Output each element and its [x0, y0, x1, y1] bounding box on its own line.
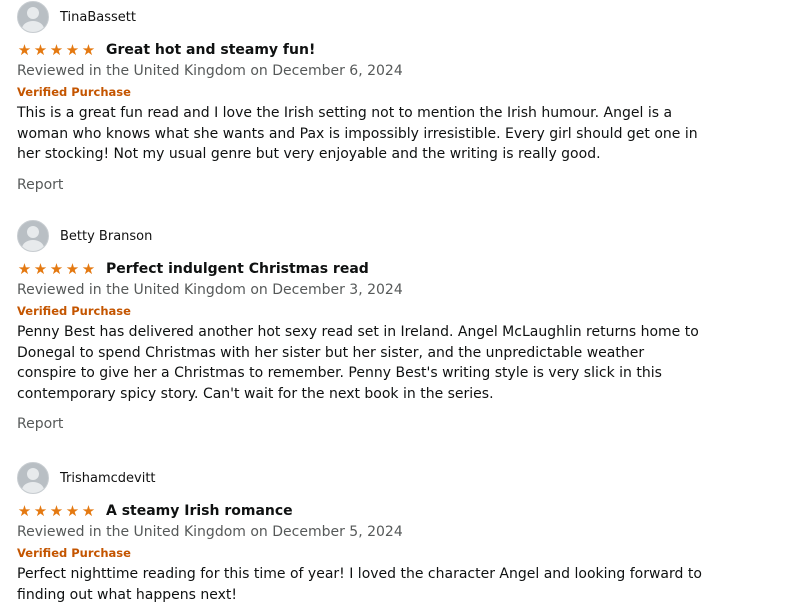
- star-icon: ★: [65, 502, 80, 520]
- review-title[interactable]: Perfect indulgent Christmas read: [106, 261, 369, 277]
- star-icon: ★: [33, 502, 48, 520]
- star-icon: ★: [17, 502, 32, 520]
- review-card: Trishamcdevitt ★ ★ ★ ★ ★ A steamy Irish …: [17, 461, 707, 605]
- review-card: Betty Branson ★ ★ ★ ★ ★ Perfect indulgen…: [17, 219, 707, 432]
- star-icon: ★: [17, 41, 32, 59]
- star-rating[interactable]: ★ ★ ★ ★ ★: [17, 42, 99, 58]
- avatar-icon: [17, 462, 49, 494]
- review-title-row: ★ ★ ★ ★ ★ A steamy Irish romance: [17, 501, 707, 521]
- star-icon: ★: [33, 260, 48, 278]
- report-link[interactable]: Report: [17, 177, 707, 193]
- star-icon: ★: [49, 260, 64, 278]
- star-icon: ★: [17, 260, 32, 278]
- reviewer-name[interactable]: TinaBassett: [60, 10, 136, 25]
- star-icon: ★: [81, 41, 96, 59]
- reviewer-name[interactable]: Betty Branson: [60, 229, 152, 244]
- star-rating[interactable]: ★ ★ ★ ★ ★: [17, 503, 99, 519]
- star-icon: ★: [33, 41, 48, 59]
- review-title[interactable]: A steamy Irish romance: [106, 503, 293, 519]
- review-title-row: ★ ★ ★ ★ ★ Perfect indulgent Christmas re…: [17, 259, 707, 279]
- star-icon: ★: [49, 41, 64, 59]
- review-date: Reviewed in the United Kingdom on Decemb…: [17, 282, 403, 298]
- reviewer-profile[interactable]: Betty Branson: [17, 219, 707, 253]
- star-icon: ★: [81, 502, 96, 520]
- review-card: TinaBassett ★ ★ ★ ★ ★ Great hot and stea…: [17, 0, 707, 193]
- review-date: Reviewed in the United Kingdom on Decemb…: [17, 524, 403, 540]
- verified-purchase-badge: Verified Purchase: [17, 304, 131, 318]
- star-icon: ★: [65, 41, 80, 59]
- verified-purchase-badge: Verified Purchase: [17, 546, 131, 560]
- verified-purchase-badge: Verified Purchase: [17, 85, 131, 99]
- avatar-icon: [17, 220, 49, 252]
- review-title[interactable]: Great hot and steamy fun!: [106, 42, 315, 58]
- star-icon: ★: [65, 260, 80, 278]
- review-body: Penny Best has delivered another hot sex…: [17, 324, 699, 402]
- review-body: Perfect nighttime reading for this time …: [17, 566, 702, 603]
- review-body: This is a great fun read and I love the …: [17, 105, 698, 162]
- star-icon: ★: [49, 502, 64, 520]
- review-date: Reviewed in the United Kingdom on Decemb…: [17, 63, 403, 79]
- review-title-row: ★ ★ ★ ★ ★ Great hot and steamy fun!: [17, 40, 707, 60]
- avatar-icon: [17, 1, 49, 33]
- reviewer-name[interactable]: Trishamcdevitt: [60, 471, 156, 486]
- report-link[interactable]: Report: [17, 416, 707, 432]
- reviewer-profile[interactable]: TinaBassett: [17, 0, 707, 34]
- star-rating[interactable]: ★ ★ ★ ★ ★: [17, 261, 99, 277]
- reviewer-profile[interactable]: Trishamcdevitt: [17, 461, 707, 495]
- star-icon: ★: [81, 260, 96, 278]
